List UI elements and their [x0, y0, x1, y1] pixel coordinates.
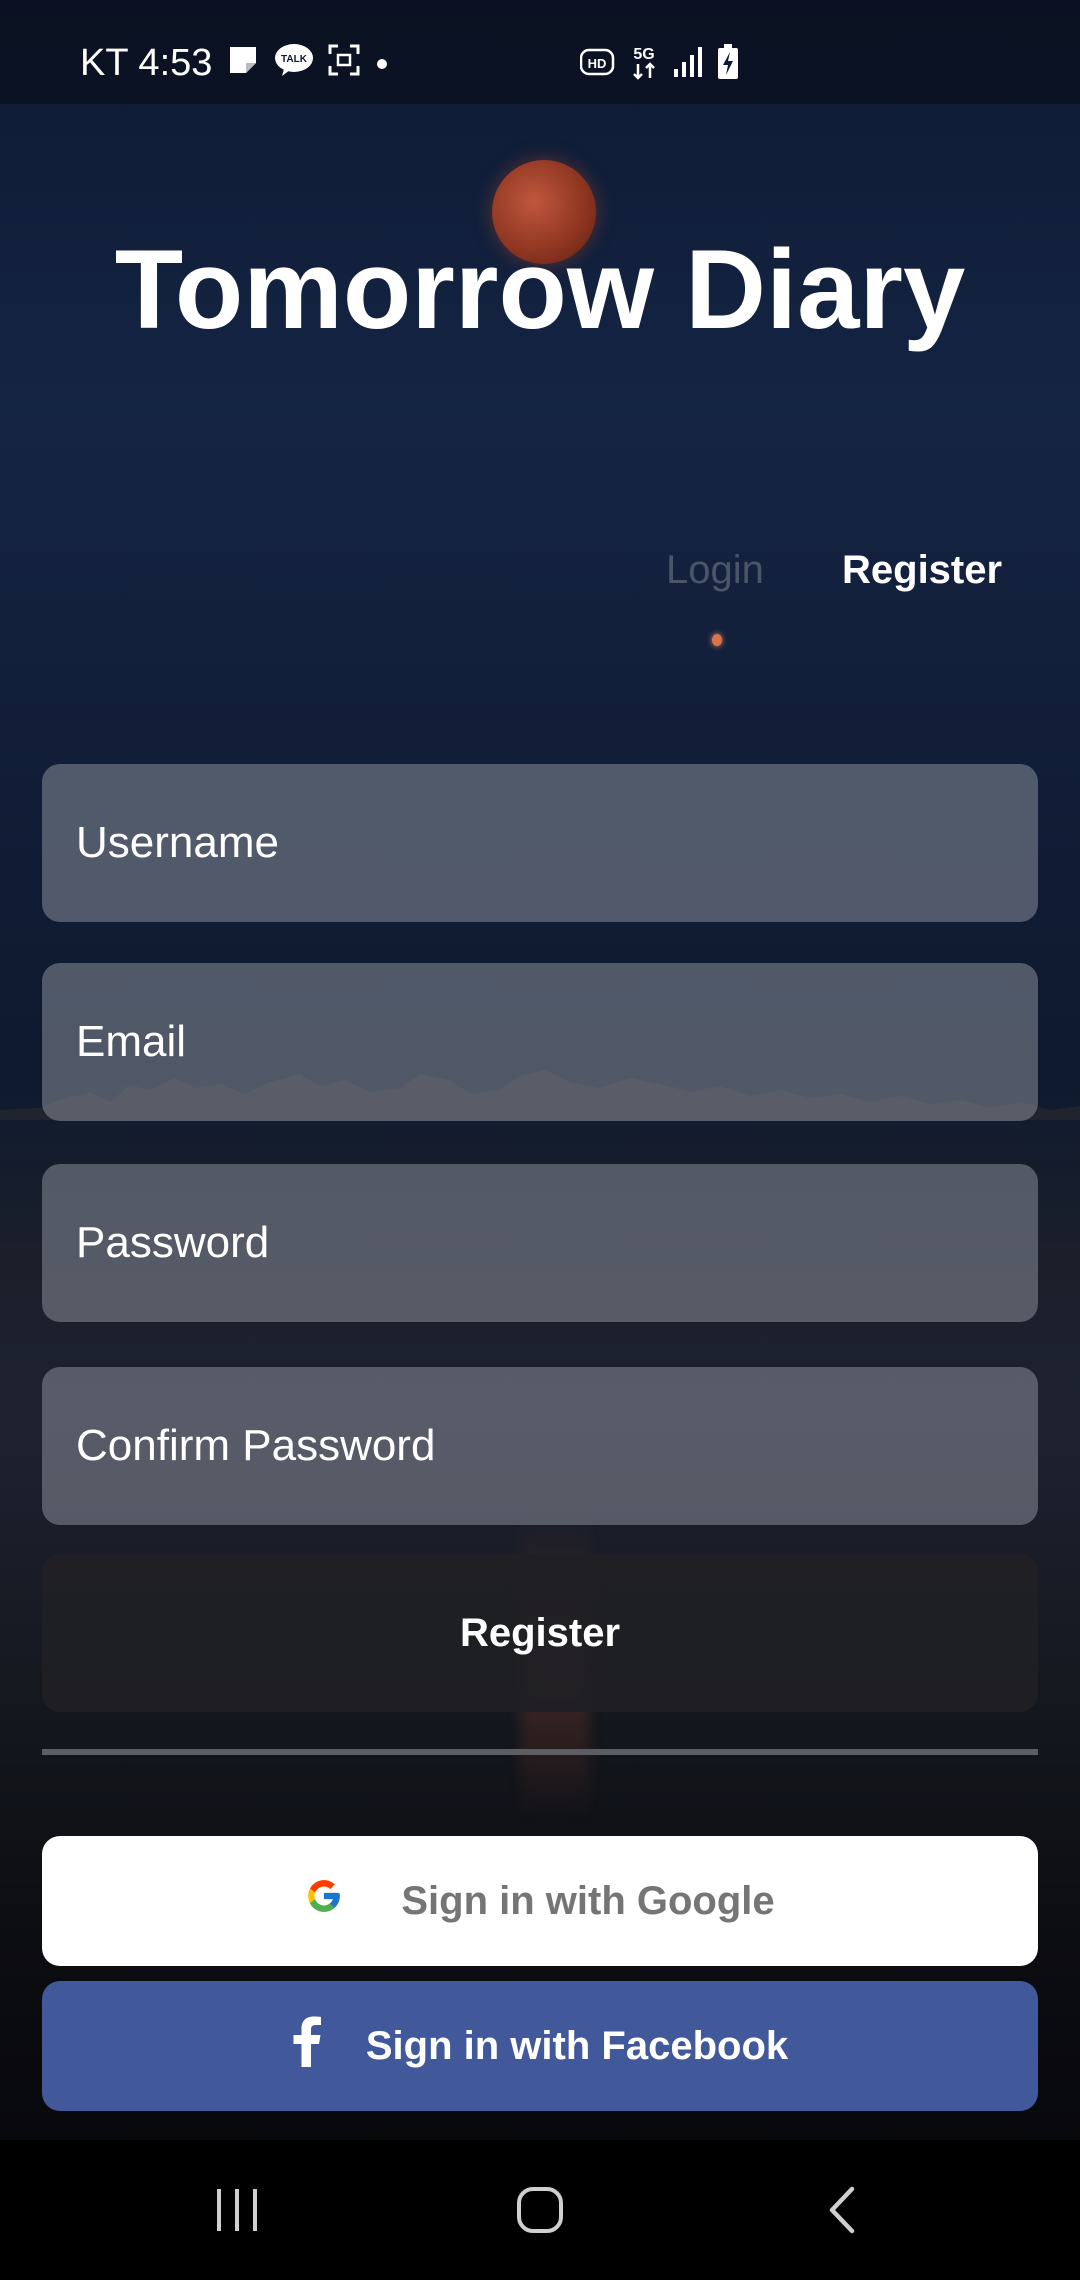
network-label: 5G: [633, 46, 654, 63]
status-bar: KT 4:53 TALK HD 5G: [0, 0, 1080, 104]
email-input[interactable]: [74, 1016, 1038, 1068]
google-signin-label: Sign in with Google: [401, 1878, 775, 1923]
screenshot-icon: [328, 44, 360, 83]
carrier-time: KT 4:53: [80, 42, 213, 84]
tab-login[interactable]: Login: [666, 548, 764, 593]
email-field[interactable]: [42, 963, 1038, 1121]
5g-icon: 5G: [628, 44, 660, 87]
facebook-signin-label: Sign in with Facebook: [365, 2023, 789, 2068]
facebook-signin-button[interactable]: Sign in with Facebook: [42, 1981, 1038, 2111]
battery-charging-icon: [716, 44, 740, 87]
system-nav-bar: [0, 2140, 1080, 2280]
confirm-password-field[interactable]: [42, 1367, 1038, 1525]
google-icon: [305, 1877, 343, 1925]
hd-icon: HD: [579, 48, 616, 83]
recent-apps-icon[interactable]: [198, 2180, 278, 2240]
planet-graphic: [712, 634, 722, 646]
talk-label: TALK: [281, 54, 308, 65]
register-button-label: Register: [459, 1610, 621, 1655]
username-field[interactable]: [42, 764, 1038, 922]
divider: [42, 1749, 1038, 1755]
note-icon: [226, 43, 260, 84]
talk-icon: TALK: [274, 43, 314, 84]
home-icon[interactable]: [500, 2180, 580, 2240]
tab-register[interactable]: Register: [842, 548, 1002, 593]
back-icon[interactable]: [802, 2180, 882, 2240]
username-input[interactable]: [74, 817, 1038, 869]
facebook-icon: [292, 2015, 322, 2077]
password-input[interactable]: [74, 1217, 1038, 1269]
app-title: Tomorrow Diary: [114, 227, 966, 352]
auth-tabs: Login Register: [0, 548, 1080, 598]
hd-label: HD: [588, 56, 607, 71]
confirm-password-input[interactable]: [74, 1420, 1038, 1472]
dot-icon: [374, 48, 390, 79]
signal-icon: [672, 45, 704, 86]
google-signin-button[interactable]: Sign in with Google: [42, 1836, 1038, 1966]
password-field[interactable]: [42, 1164, 1038, 1322]
register-button[interactable]: Register: [42, 1554, 1038, 1712]
